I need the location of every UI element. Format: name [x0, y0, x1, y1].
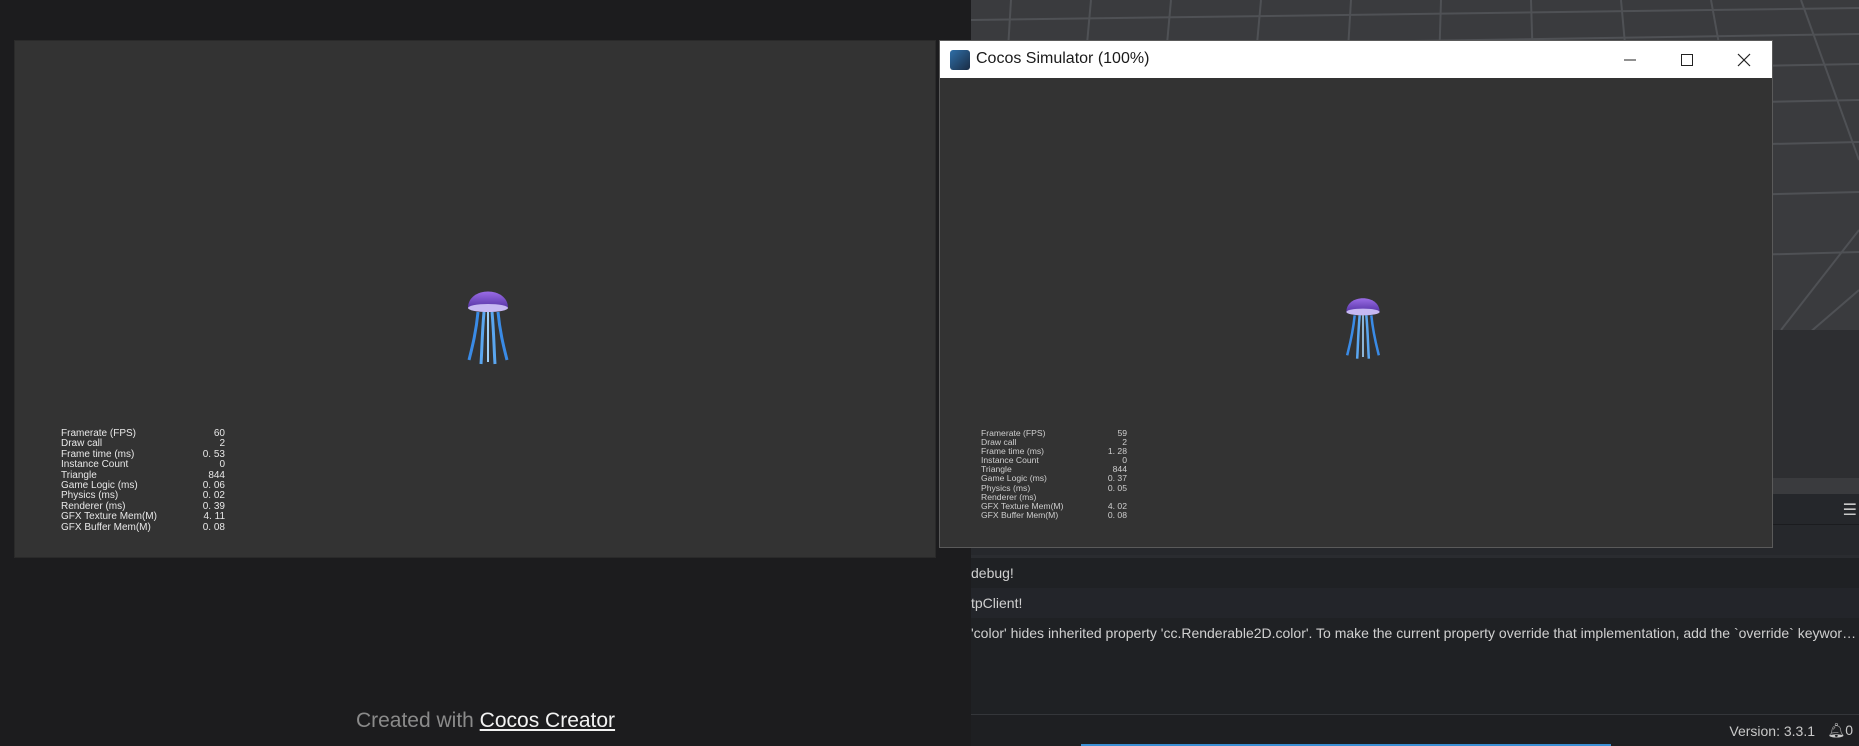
- minimize-icon: [1623, 59, 1636, 60]
- stat-value: 4. 11: [203, 511, 226, 523]
- console-line: 'color' hides inherited property 'cc.Ren…: [971, 625, 1859, 641]
- stat-value: 0. 05: [1107, 482, 1127, 493]
- cocos-app-icon: [950, 50, 970, 70]
- profiler-stats: Framerate (FPS) 60 Draw call 2 Frame time …: [61, 428, 226, 533]
- minimize-button[interactable]: [1601, 41, 1658, 78]
- status-bar: Version: 3.3.1 🔔︎0: [971, 714, 1859, 746]
- notification-count: 0: [1845, 722, 1853, 738]
- maximize-icon: [1680, 53, 1693, 66]
- version-label: Version: 3.3.1: [1729, 723, 1815, 739]
- maximize-button[interactable]: [1658, 41, 1715, 78]
- jellyfish-sprite: [467, 291, 509, 365]
- stat-label: GFX Buffer Mem(M): [981, 509, 1059, 520]
- console-line: debug!: [971, 565, 1014, 581]
- console-line: tpClient!: [971, 588, 1859, 618]
- stat-label: GFX Buffer Mem(M): [61, 521, 151, 533]
- simulator-titlebar[interactable]: Cocos Simulator (100%): [940, 41, 1772, 78]
- cocos-creator-link[interactable]: Cocos Creator: [480, 709, 615, 732]
- profiler-stats: Framerate (FPS) 59 Draw call 2 Frame time …: [981, 428, 1127, 520]
- stat-value: 0. 08: [1107, 509, 1127, 520]
- game-preview-canvas[interactable]: Framerate (FPS) 60 Draw call 2 Frame time …: [14, 40, 936, 558]
- bell-icon: 🔔︎: [1827, 722, 1846, 738]
- jellyfish-sprite: [1345, 298, 1381, 359]
- console-log: debug! tpClient! 'color' hides inherited…: [971, 558, 1859, 714]
- close-icon: [1737, 53, 1750, 66]
- footer-prefix: Created with: [355, 709, 480, 732]
- stat-value: 0. 08: [202, 521, 225, 533]
- simulator-window: Cocos Simulator (100%) Framerate (FPS) 59…: [939, 40, 1773, 548]
- window-title: Cocos Simulator (100%): [976, 50, 1150, 67]
- close-button[interactable]: [1715, 41, 1772, 78]
- footer-credit: Created with Cocos Creator: [0, 709, 971, 733]
- menu-icon[interactable]: ☰: [1843, 500, 1857, 520]
- notification-bell[interactable]: 🔔︎0: [1827, 722, 1853, 739]
- stat-label: GFX Texture Mem(M): [61, 511, 157, 523]
